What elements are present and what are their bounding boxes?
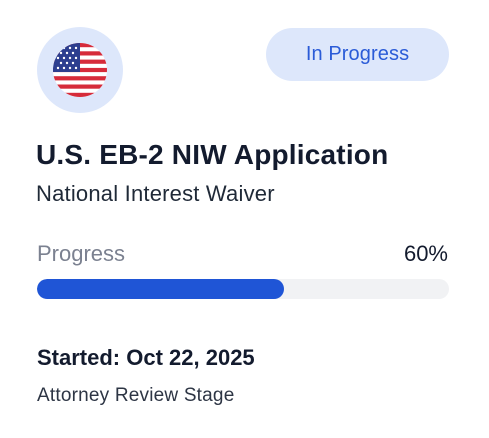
application-card[interactable]: In Progress U.S. EB-2 NIW Application Na…: [0, 0, 489, 438]
progress-label: Progress: [37, 241, 126, 266]
progress-percentage: 60%: [403, 241, 448, 266]
flag-badge: [37, 27, 123, 113]
application-title: U.S. EB-2 NIW Application: [36, 139, 389, 170]
status-badge: In Progress: [266, 28, 449, 81]
progress-bar: [37, 279, 449, 299]
current-stage: Attorney Review Stage: [37, 385, 235, 406]
us-flag-icon: [53, 43, 107, 97]
application-subtitle: National Interest Waiver: [36, 181, 275, 206]
start-date: Started: Oct 22, 2025: [37, 345, 255, 370]
progress-bar-fill: [37, 279, 285, 299]
